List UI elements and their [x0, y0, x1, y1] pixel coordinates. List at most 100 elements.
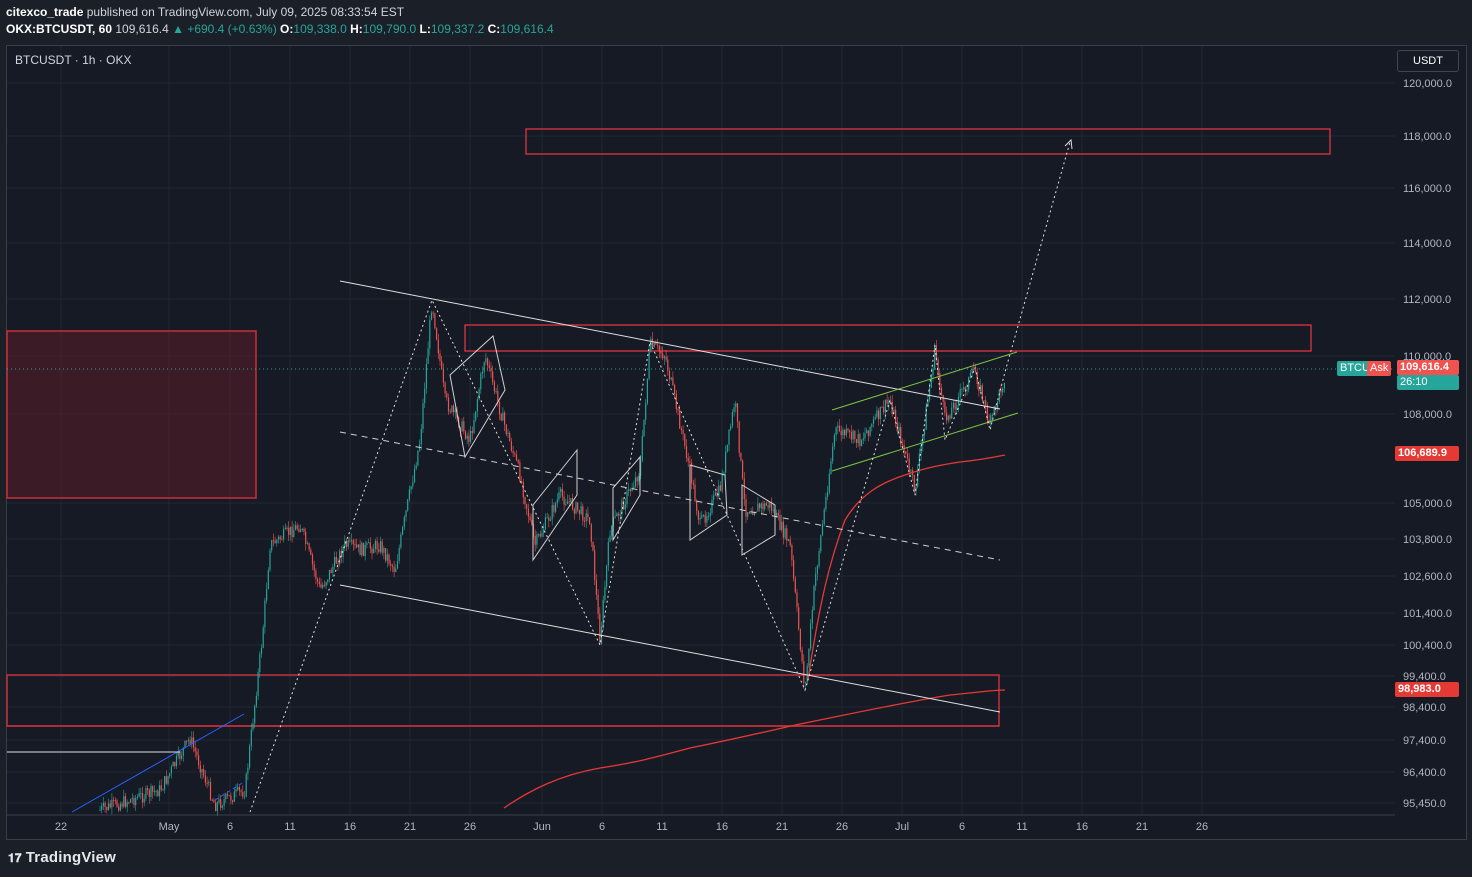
target-zone-top[interactable] [525, 128, 1331, 155]
candle-body [284, 527, 286, 529]
price-tick-label: 120,000.0 [1403, 78, 1452, 90]
candle-body [777, 512, 779, 516]
published-info: published on TradingView.com, July 09, 2… [86, 5, 405, 19]
up-channel-top[interactable] [831, 351, 1018, 411]
blue-trendline[interactable] [71, 713, 245, 813]
candle-body [436, 328, 438, 340]
projection-arrowhead [1064, 138, 1073, 150]
candle-body [164, 776, 166, 790]
candle-body [541, 533, 543, 537]
candle-body [288, 527, 290, 535]
candle-body [203, 769, 205, 776]
candle-body [215, 802, 217, 812]
candle-body [711, 499, 713, 514]
descending-trendline-top[interactable] [339, 280, 1001, 410]
resistance-zone[interactable] [464, 324, 1312, 352]
pane-title[interactable]: BTCUSDT · 1h · OKX [15, 53, 131, 67]
candle-body [135, 798, 137, 806]
candle-body [901, 443, 903, 446]
candle-body [289, 526, 291, 535]
candle-body [789, 539, 791, 546]
candle-body [611, 526, 613, 536]
candle-body [708, 515, 710, 517]
candle-body [849, 430, 851, 433]
candle-body [221, 805, 223, 808]
candle-body [283, 528, 285, 540]
candle-body [167, 776, 169, 784]
candle-body [150, 786, 152, 797]
candle-body [726, 444, 728, 452]
candle-body [175, 755, 178, 767]
candle-body [356, 544, 358, 548]
candle-body [663, 356, 665, 359]
last-price-tag: 109,616.4 [1397, 360, 1459, 375]
candle-body [218, 799, 220, 803]
candle-body [855, 439, 858, 443]
candle-body [854, 430, 856, 440]
candle-body [534, 535, 536, 545]
price-chart[interactable]: 120,000.0 118,000.0 116,000.0 114,000.0 112,… [0, 0, 1472, 877]
candle-body [510, 441, 512, 451]
candle-body [259, 654, 261, 673]
midline-dashed[interactable] [339, 431, 1001, 561]
price-tick-label: 118,000.0 [1403, 131, 1451, 143]
supply-zone-left[interactable] [6, 330, 257, 499]
candle-body [876, 410, 878, 418]
symbol-label[interactable]: OKX:BTCUSDT, 60 [6, 22, 112, 36]
candle-body [871, 424, 873, 428]
candle-body [250, 729, 252, 747]
candle-body [298, 528, 300, 533]
candle-body [859, 433, 861, 446]
candle-body [867, 430, 869, 436]
support-zone-upper[interactable] [6, 674, 1000, 727]
candle-body [577, 502, 579, 510]
candle-body [544, 517, 546, 530]
candle-body [582, 506, 584, 521]
candle-body [330, 569, 332, 573]
candle-body [276, 539, 278, 544]
candle-body [240, 790, 242, 792]
price-axis[interactable]: 120,000.0 118,000.0 116,000.0 114,000.0 112,… [1403, 78, 1452, 810]
candle-body [572, 498, 574, 510]
candle-body [811, 610, 813, 624]
candle-body [198, 755, 200, 766]
candle-body [592, 541, 594, 551]
candle-body [317, 579, 319, 582]
candle-body [740, 452, 742, 461]
candle-body [123, 796, 125, 807]
candle-body [281, 539, 283, 541]
candle-body [969, 372, 971, 378]
candle-body [794, 578, 796, 593]
candle-body [946, 412, 948, 421]
candle-body [619, 513, 621, 516]
low-label: L: [419, 22, 431, 36]
candle-body [821, 524, 824, 536]
descending-trendline-bottom[interactable] [339, 584, 1001, 713]
candle-body [313, 564, 315, 571]
candle-body [402, 526, 404, 535]
candle-body [765, 503, 767, 506]
candle-body [233, 791, 235, 802]
tradingview-logo[interactable]: 𝟏𝟕 TradingView [8, 849, 116, 866]
candle-body [228, 795, 230, 797]
candle-body [483, 362, 485, 373]
candle-body [760, 503, 762, 509]
candle-body [170, 766, 172, 774]
currency-button[interactable]: USDT [1397, 50, 1459, 72]
candle-body [747, 512, 749, 517]
candle-body [668, 370, 671, 380]
candle-body [277, 536, 280, 540]
candle-body [434, 313, 436, 329]
time-axis[interactable]: 22 May 6 11 16 21 26 Jun 6 11 16 21 26 Jul 6 11 16 21 26 [55, 821, 1208, 833]
candle-body [255, 695, 257, 706]
candle-body [490, 367, 492, 372]
candle-body [111, 799, 113, 808]
candle-body [352, 540, 354, 545]
candle-body [566, 501, 569, 505]
candle-body [748, 512, 750, 514]
candle-body [527, 508, 529, 517]
author-name[interactable]: citexco_trade [6, 5, 83, 19]
time-tick-label: 16 [1076, 821, 1088, 833]
flag-patterns[interactable] [449, 335, 776, 562]
candle-body [772, 509, 774, 511]
